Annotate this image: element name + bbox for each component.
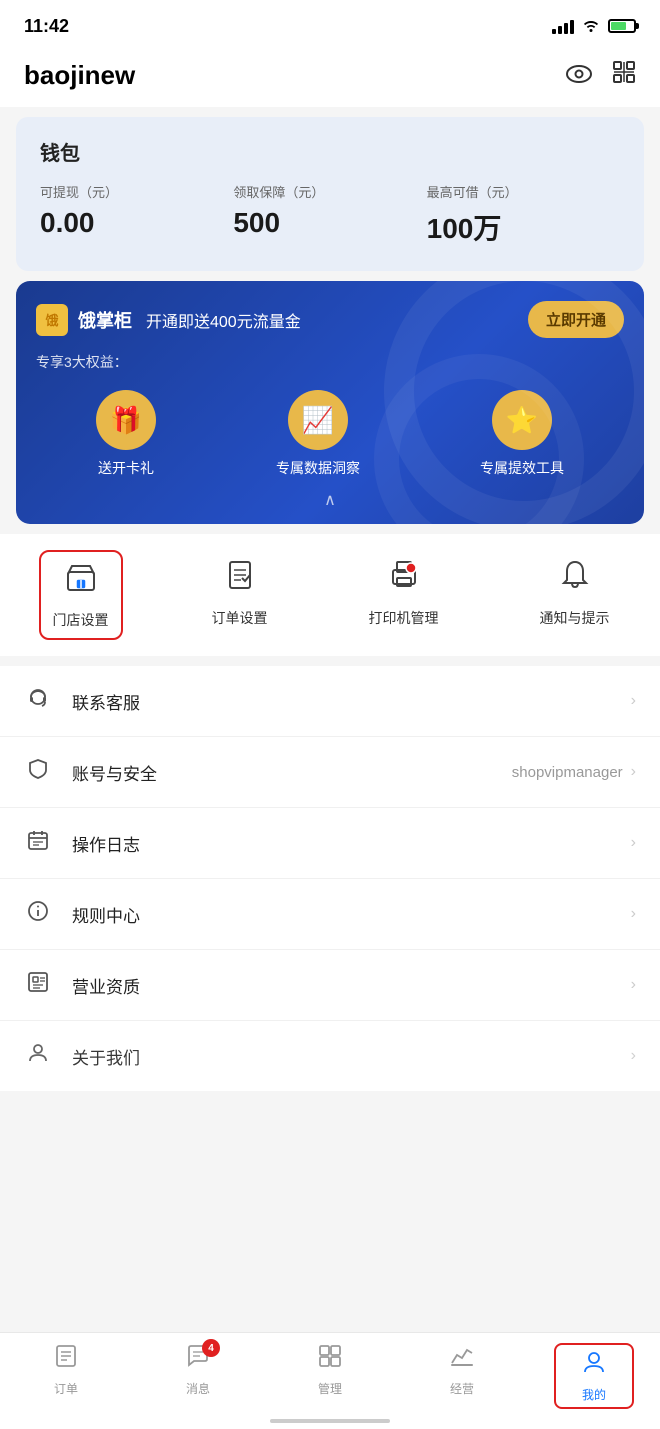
menu-label-order: 订单设置 xyxy=(212,608,268,628)
headset-icon xyxy=(24,686,52,716)
gift-icon: 🎁 xyxy=(96,390,156,450)
bell-icon xyxy=(558,558,592,600)
arrow-icon-contact: › xyxy=(631,692,636,710)
tab-mine[interactable]: 我的 xyxy=(554,1343,634,1409)
star-icon: ⭐ xyxy=(492,390,552,450)
svg-text:饿: 饿 xyxy=(44,313,58,328)
list-section: 联系客服 › 账号与安全 shopvipmanager › 操作日志 › 规则中… xyxy=(0,666,660,1091)
list-item-contact-service[interactable]: 联系客服 › xyxy=(0,666,660,737)
list-label-rule: 规则中心 xyxy=(72,902,631,927)
wallet-title: 钱包 xyxy=(40,137,620,166)
promo-banner: 饿 饿掌柜 开通即送400元流量金 立即开通 专享3大权益： 🎁 送开卡礼 📈 … xyxy=(16,281,644,524)
list-label-license: 营业资质 xyxy=(72,973,631,998)
chart-icon: 📈 xyxy=(288,390,348,450)
scan-icon[interactable] xyxy=(612,60,636,91)
list-item-operation-log[interactable]: 操作日志 › xyxy=(0,808,660,879)
wallet-stat-guarantee: 领取保障（元） 500 xyxy=(233,182,426,247)
header-actions xyxy=(566,60,636,91)
wallet-label-0: 可提现（元） xyxy=(40,182,233,201)
promo-chevron-icon: ∧ xyxy=(36,490,624,510)
license-icon xyxy=(24,970,52,1000)
arrow-icon-rule: › xyxy=(631,905,636,923)
menu-label-store: 门店设置 xyxy=(53,610,109,630)
menu-label-notifications: 通知与提示 xyxy=(540,608,610,628)
promo-feature-label-1: 专属数据洞察 xyxy=(276,458,360,478)
business-tab-icon xyxy=(449,1343,475,1376)
list-label-about: 关于我们 xyxy=(72,1044,631,1069)
bottom-tabs: 订单 4 消息 管理 经营 我的 xyxy=(0,1332,660,1429)
account-value: shopvipmanager xyxy=(512,764,623,781)
list-item-account-security[interactable]: 账号与安全 shopvipmanager › xyxy=(0,737,660,808)
person-icon xyxy=(24,1041,52,1071)
arrow-icon-account: › xyxy=(631,763,636,781)
store-icon xyxy=(64,560,98,602)
arrow-icon-license: › xyxy=(631,976,636,994)
wallet-stats: 可提现（元） 0.00 领取保障（元） 500 最高可借（元） 100万 xyxy=(40,182,620,247)
list-item-about[interactable]: 关于我们 › xyxy=(0,1021,660,1091)
wallet-stat-max-borrow: 最高可借（元） 100万 xyxy=(427,182,620,247)
order-tab-icon xyxy=(53,1343,79,1376)
app-title: baojinew xyxy=(24,60,135,91)
arrow-icon-oplog: › xyxy=(631,834,636,852)
battery-icon xyxy=(608,19,636,33)
tab-mine-label: 我的 xyxy=(582,1386,606,1403)
status-icons xyxy=(552,18,636,35)
eye-icon[interactable] xyxy=(566,62,592,90)
tab-order[interactable]: 订单 xyxy=(26,1343,106,1409)
promo-feature-label-2: 专属提效工具 xyxy=(480,458,564,478)
list-label-oplog: 操作日志 xyxy=(72,831,631,856)
menu-grid: 门店设置 订单设置 打印机管理 xyxy=(0,534,660,656)
list-label-account: 账号与安全 xyxy=(72,760,512,785)
wifi-icon xyxy=(582,18,600,35)
printer-icon xyxy=(387,558,421,600)
promo-subtitle: 专享3大权益： xyxy=(36,352,624,372)
promo-feature-gift: 🎁 送开卡礼 xyxy=(96,390,156,478)
menu-printer[interactable]: 打印机管理 xyxy=(357,550,451,640)
list-item-rule-center[interactable]: 规则中心 › xyxy=(0,879,660,950)
list-label-contact: 联系客服 xyxy=(72,689,631,714)
bottom-indicator xyxy=(270,1419,390,1423)
tab-business-label: 经营 xyxy=(450,1380,474,1397)
promo-feature-tools: ⭐ 专属提效工具 xyxy=(480,390,564,478)
wallet-card: 钱包 可提现（元） 0.00 领取保障（元） 500 最高可借（元） 100万 xyxy=(16,117,644,271)
wallet-label-2: 最高可借（元） xyxy=(427,182,620,201)
wallet-stat-withdrawable: 可提现（元） 0.00 xyxy=(40,182,233,247)
promo-description: 开通即送400元流量金 xyxy=(146,308,301,332)
menu-store-settings[interactable]: 门店设置 xyxy=(39,550,123,640)
promo-logo: 饿 xyxy=(36,304,68,336)
promo-feature-data: 📈 专属数据洞察 xyxy=(276,390,360,478)
tab-message-label: 消息 xyxy=(186,1380,210,1397)
status-time: 11:42 xyxy=(24,16,69,37)
promo-brand-name: 饿掌柜 xyxy=(78,307,132,333)
promo-feature-label-0: 送开卡礼 xyxy=(98,458,154,478)
info-icon xyxy=(24,899,52,929)
promo-top: 饿 饿掌柜 开通即送400元流量金 立即开通 xyxy=(36,301,624,338)
signal-icon xyxy=(552,18,574,34)
wallet-label-1: 领取保障（元） xyxy=(233,182,426,201)
manage-tab-icon xyxy=(317,1343,343,1376)
menu-order-settings[interactable]: 订单设置 xyxy=(200,550,280,640)
tab-business[interactable]: 经营 xyxy=(422,1343,502,1409)
arrow-icon-about: › xyxy=(631,1047,636,1065)
wallet-value-0: 0.00 xyxy=(40,207,233,239)
mine-tab-icon xyxy=(581,1349,607,1382)
tab-manage-label: 管理 xyxy=(318,1380,342,1397)
menu-label-printer: 打印机管理 xyxy=(369,608,439,628)
list-item-business-license[interactable]: 营业资质 › xyxy=(0,950,660,1021)
shield-icon xyxy=(24,757,52,787)
promo-open-button[interactable]: 立即开通 xyxy=(528,301,624,338)
tab-message[interactable]: 4 消息 xyxy=(158,1343,238,1409)
header: baojinew xyxy=(0,48,660,107)
promo-features: 🎁 送开卡礼 📈 专属数据洞察 ⭐ 专属提效工具 xyxy=(36,390,624,478)
wallet-value-2: 100万 xyxy=(427,207,620,247)
menu-notifications[interactable]: 通知与提示 xyxy=(528,550,622,640)
message-badge: 4 xyxy=(202,1339,220,1357)
wallet-value-1: 500 xyxy=(233,207,426,239)
calendar-icon xyxy=(24,828,52,858)
promo-brand: 饿 饿掌柜 开通即送400元流量金 xyxy=(36,304,301,336)
order-settings-icon xyxy=(223,558,257,600)
status-bar: 11:42 xyxy=(0,0,660,48)
tab-manage[interactable]: 管理 xyxy=(290,1343,370,1409)
tab-order-label: 订单 xyxy=(54,1380,78,1397)
